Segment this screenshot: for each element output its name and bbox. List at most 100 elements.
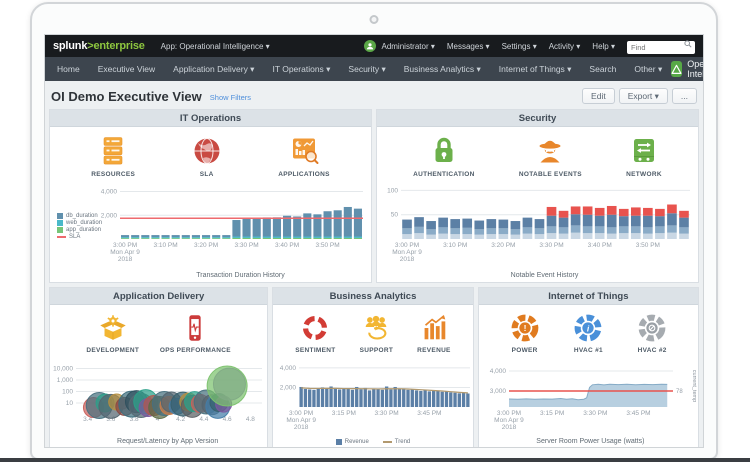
kpi-notable-events[interactable]: NOTABLE EVENTS [519, 134, 582, 178]
menu-messages[interactable]: Messages ▾ [447, 42, 490, 51]
box-gear-icon [97, 312, 129, 344]
phone-pulse-icon [179, 312, 211, 344]
svg-text:3:30 PM: 3:30 PM [375, 410, 399, 417]
panel-title: Application Delivery [50, 288, 267, 305]
kpi-power[interactable]: ! POWER [509, 312, 541, 354]
svg-text:2018: 2018 [502, 424, 517, 431]
chart-legend: RevenueTrend [273, 439, 472, 448]
app-monitor-icon [287, 134, 321, 168]
globe-icon [190, 134, 224, 168]
nav-security[interactable]: Security ▾ [339, 64, 394, 75]
app-badge[interactable]: Operational Intelligence [671, 59, 704, 79]
camera-dot [370, 15, 379, 24]
bar-growth-icon [418, 312, 450, 344]
people-cycle-icon [360, 312, 392, 344]
svg-text:3:10 PM: 3:10 PM [443, 242, 467, 249]
fan-info-icon: i [572, 312, 604, 344]
fan-alert-icon: ! [509, 312, 541, 344]
svg-text:3:10 PM: 3:10 PM [153, 242, 177, 249]
svg-text:3:20 PM: 3:20 PM [194, 242, 218, 249]
show-filters-link[interactable]: Show Filters [210, 93, 251, 102]
svg-text:50: 50 [391, 212, 399, 219]
svg-text:100: 100 [387, 187, 398, 194]
network-switch-icon [627, 134, 661, 168]
request-latency-chart[interactable]: 101001,00010,0003.43.63.844.24.44.64.8 [50, 361, 267, 438]
svg-text:4,000: 4,000 [101, 189, 118, 196]
kpi-ops-performance[interactable]: OPS PERFORMANCE [160, 312, 231, 354]
user-avatar-icon[interactable] [364, 40, 376, 52]
app-badge-label: Operational Intelligence [687, 59, 704, 79]
svg-text:3:45 PM: 3:45 PM [626, 410, 650, 417]
notable-event-chart[interactable]: 501003:00 PMMon Apr 920183:10 PM3:20 PM3… [377, 183, 698, 272]
svg-text:3:15 PM: 3:15 PM [540, 410, 564, 417]
menu-settings[interactable]: Settings ▾ [502, 42, 537, 51]
kpi-hvac-1[interactable]: i HVAC #1 [572, 312, 604, 354]
svg-text:3:30 PM: 3:30 PM [234, 242, 258, 249]
edit-button[interactable]: Edit [582, 88, 615, 104]
kpi-hvac-2[interactable]: HVAC #2 [636, 312, 668, 354]
revenue-trend-chart[interactable]: 2,0004,0003:00 PMMon Apr 920183:15 PM3:3… [273, 361, 472, 439]
chart-caption: Notable Event History [377, 272, 698, 282]
svg-text:2018: 2018 [400, 256, 415, 263]
svg-text:3:00 PM: 3:00 PM [289, 410, 313, 417]
kpi-sentiment[interactable]: SENTIMENT [295, 312, 335, 354]
kpi-resources[interactable]: RESOURCES [91, 134, 135, 178]
panel-title: Business Analytics [273, 288, 472, 305]
app-menu[interactable]: App: Operational Intelligence ▾ [161, 42, 270, 51]
nav-home[interactable]: Home [57, 64, 89, 74]
nav-it-operations[interactable]: IT Operations ▾ [263, 64, 339, 75]
svg-text:4.4: 4.4 [199, 416, 208, 423]
svg-text:2018: 2018 [118, 256, 133, 263]
svg-text:3:20 PM: 3:20 PM [491, 242, 515, 249]
power-usage-chart[interactable]: 3,0004,0003:00 PMMon Apr 920183:15 PM3:3… [479, 361, 698, 438]
svg-text:3:00 PM: 3:00 PM [113, 242, 137, 249]
kpi-sla[interactable]: SLA [190, 134, 224, 178]
page-title: OI Demo Executive View [51, 89, 202, 104]
fan-off-icon [636, 312, 668, 344]
more-button[interactable]: ... [672, 88, 697, 104]
refresh-ring-icon [299, 312, 331, 344]
svg-text:100: 100 [62, 388, 73, 395]
svg-text:1,000: 1,000 [57, 377, 74, 384]
device-base [0, 458, 750, 462]
nav-business-analytics[interactable]: Business Analytics ▾ [395, 64, 490, 75]
screen: splunk>enterprise App: Operational Intel… [44, 34, 704, 448]
svg-text:Mon Apr 9: Mon Apr 9 [392, 249, 422, 256]
svg-text:Mon Apr 9: Mon Apr 9 [494, 417, 524, 424]
menu-help[interactable]: Help ▾ [592, 42, 615, 51]
search-icon [684, 40, 692, 48]
nav-search[interactable]: Search [580, 64, 625, 74]
panel-business-analytics: Business Analytics SENTIMENT [272, 287, 473, 448]
svg-text:3:45 PM: 3:45 PM [418, 410, 442, 417]
menu-activity[interactable]: Activity ▾ [549, 42, 581, 51]
svg-text:3:40 PM: 3:40 PM [275, 242, 299, 249]
spy-icon [533, 134, 567, 168]
nav-application-delivery[interactable]: Application Delivery ▾ [164, 64, 263, 75]
kpi-applications[interactable]: APPLICATIONS [278, 134, 330, 178]
svg-text:3:15 PM: 3:15 PM [332, 410, 356, 417]
svg-text:Mon Apr 9: Mon Apr 9 [287, 417, 317, 424]
kpi-support[interactable]: SUPPORT [360, 312, 394, 354]
menu-administrator[interactable]: Administrator ▾ [381, 42, 434, 51]
kpi-development[interactable]: DEVELOPMENT [86, 312, 139, 354]
svg-text:3:30 PM: 3:30 PM [539, 242, 563, 249]
nav-executive-view[interactable]: Executive View [89, 64, 164, 74]
splunk-logo: splunk>enterprise [53, 40, 145, 52]
panel-title: IT Operations [50, 110, 371, 127]
nav-internet-of-things[interactable]: Internet of Things ▾ [490, 64, 581, 75]
operational-intelligence-icon [671, 61, 682, 77]
svg-text:4,000: 4,000 [280, 365, 297, 372]
svg-text:10,000: 10,000 [53, 365, 73, 372]
kpi-authentication[interactable]: AUTHENTICATION [413, 134, 475, 178]
svg-text:3:50 PM: 3:50 PM [315, 242, 339, 249]
svg-text:Mon Apr 9: Mon Apr 9 [110, 249, 140, 256]
nav-other[interactable]: Other ▾ [625, 64, 671, 75]
svg-text:2,000: 2,000 [280, 384, 297, 391]
transaction-duration-chart[interactable]: db_durationweb_durationapp_durationSLA 2… [50, 183, 371, 272]
svg-text:2,000: 2,000 [101, 212, 118, 219]
server-rack-icon [96, 134, 130, 168]
kpi-network[interactable]: NETWORK [626, 134, 662, 178]
kpi-revenue[interactable]: REVENUE [417, 312, 451, 354]
dashboard-nav: Home Executive View Application Delivery… [45, 57, 703, 81]
export-button[interactable]: Export ▾ [619, 88, 668, 104]
